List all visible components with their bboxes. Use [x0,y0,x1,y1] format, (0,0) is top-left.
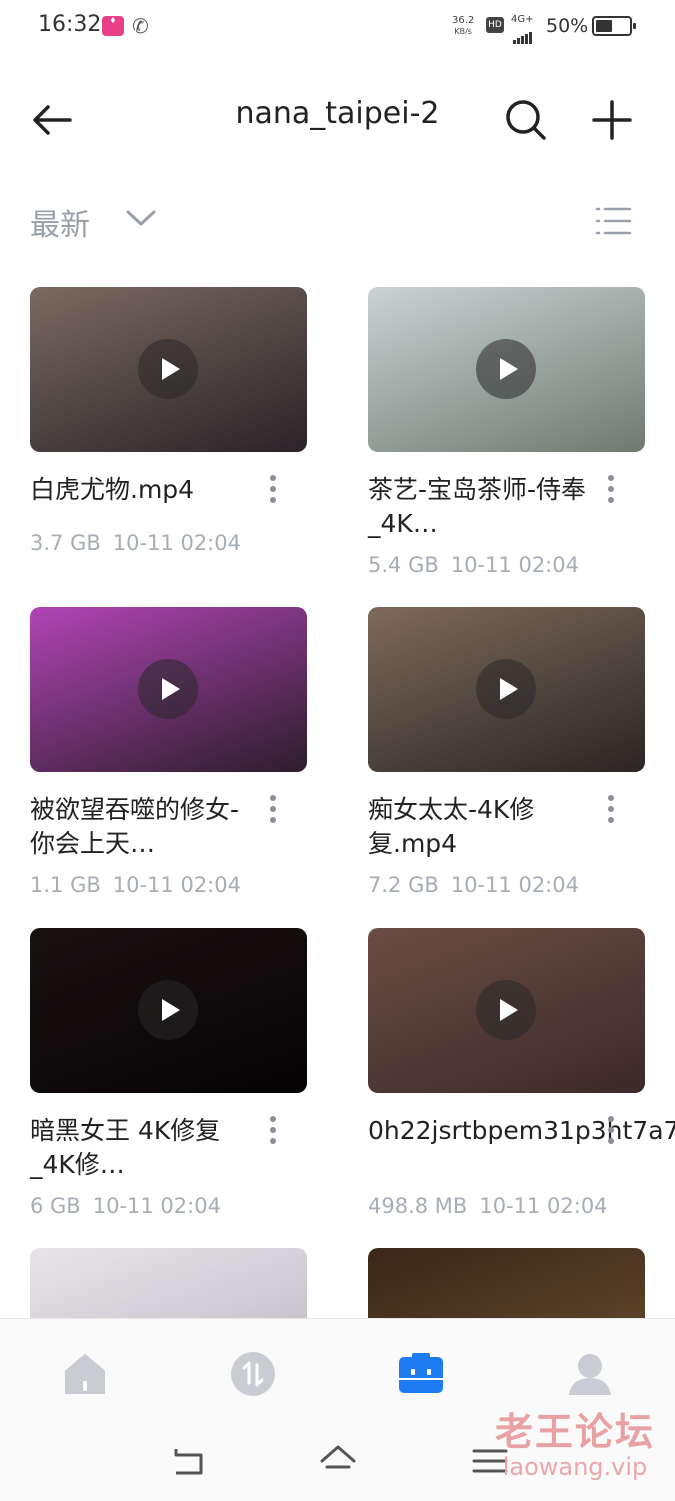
status-time: 16:32 [38,12,102,37]
play-icon[interactable] [476,659,536,719]
watermark-url: laowang.vip [502,1453,648,1481]
nav-files[interactable] [396,1349,446,1399]
file-size: 6 GB [30,1194,81,1218]
signal-icon [513,25,533,44]
file-name[interactable]: 被欲望吞噬的修女-你会上天… [30,793,260,861]
home-icon [65,1354,105,1394]
file-meta: 6 GB 10-11 02:04 [30,1194,221,1218]
video-thumbnail[interactable] [368,607,645,772]
file-card[interactable]: 痴女太太-4K修复.mp4 7.2 GB 10-11 02:04 [368,607,645,897]
watermark-title: 老王论坛 [494,1410,655,1454]
file-size: 498.8 MB [368,1194,468,1218]
more-options-icon[interactable] [605,475,617,507]
plus-icon [592,100,632,140]
status-bar: 16:32 ♦ ✆ 36.2 KB/s HD 4G+ 50% [0,0,675,55]
files-icon [399,1353,443,1393]
nav-transfer[interactable] [228,1349,278,1399]
file-meta: 3.7 GB 10-11 02:04 [30,531,241,555]
page-title: nana_taipei-2 [235,96,440,131]
file-size: 3.7 GB [30,531,101,555]
system-back-button[interactable] [168,1441,208,1481]
video-thumbnail[interactable] [30,287,307,452]
file-date: 10-11 02:04 [112,873,241,897]
file-meta: 5.4 GB 10-11 02:04 [368,553,579,577]
back-button[interactable] [30,100,74,140]
app-notification-icon: ♦ [102,16,124,36]
video-thumbnail[interactable] [30,607,307,772]
file-meta: 7.2 GB 10-11 02:04 [368,873,579,897]
file-date: 10-11 02:04 [92,1194,221,1218]
search-button[interactable] [502,96,550,144]
file-size: 5.4 GB [368,553,439,577]
file-card[interactable]: 白虎尤物.mp4 3.7 GB 10-11 02:04 [30,287,307,555]
nav-home[interactable] [60,1349,110,1399]
play-icon[interactable] [138,980,198,1040]
profile-icon [569,1354,611,1395]
file-size: 7.2 GB [368,873,439,897]
network-speed-value: 36.2 [452,15,475,26]
file-card[interactable]: 0h22jsrtbpem31p3ht7a7… 498.8 MB 10-11 02:0… [368,928,675,1218]
arrow-left-icon [33,105,72,135]
search-icon [506,100,546,140]
play-icon[interactable] [476,339,536,399]
watermark: 老王论坛 laowang.vip [480,1410,670,1480]
file-name[interactable]: 茶艺-宝岛茶师-侍奉_4K… [368,473,598,541]
play-icon[interactable] [138,659,198,719]
list-view-icon [595,207,632,235]
nav-profile[interactable] [565,1349,615,1399]
file-date: 10-11 02:04 [479,1194,608,1218]
video-thumbnail[interactable] [368,287,645,452]
chevron-down-icon[interactable] [124,206,158,230]
battery-percent: 50% [546,15,589,37]
file-meta: 1.1 GB 10-11 02:04 [30,873,241,897]
file-date: 10-11 02:04 [450,873,579,897]
file-name[interactable]: 白虎尤物.mp4 [30,473,260,507]
file-name[interactable]: 0h22jsrtbpem31p3ht7a7… [368,1114,675,1148]
video-thumbnail[interactable] [368,928,645,1093]
file-date: 10-11 02:04 [450,553,579,577]
carrier-icon: ✆ [132,14,149,38]
more-options-icon[interactable] [267,795,279,827]
file-name[interactable]: 痴女太太-4K修复.mp4 [368,793,598,861]
play-icon[interactable] [138,339,198,399]
video-thumbnail[interactable] [30,928,307,1093]
file-name[interactable]: 暗黑女王 4K修复 _4K修… [30,1114,260,1182]
more-options-icon[interactable] [267,1116,279,1148]
network-speed: 36.2 KB/s [452,15,474,37]
play-icon[interactable] [476,980,536,1040]
more-options-icon[interactable] [605,795,617,827]
home-outline-icon [320,1445,356,1469]
file-card[interactable]: 茶艺-宝岛茶师-侍奉_4K… 5.4 GB 10-11 02:04 [368,287,645,577]
file-card[interactable]: 暗黑女王 4K修复 _4K修… 6 GB 10-11 02:04 [30,928,307,1218]
more-options-icon[interactable] [605,1116,617,1148]
file-size: 1.1 GB [30,873,101,897]
add-button[interactable] [588,96,636,144]
hd-badge: HD [486,17,504,33]
list-view-toggle[interactable] [594,205,632,237]
back-icon [174,1449,203,1475]
network-type: 4G+ [511,14,534,25]
system-home-button[interactable] [318,1441,358,1481]
file-card[interactable]: 被欲望吞噬的修女-你会上天… 1.1 GB 10-11 02:04 [30,607,307,897]
file-meta: 498.8 MB 10-11 02:04 [368,1194,608,1218]
sort-dropdown[interactable]: 最新 [30,200,90,244]
more-options-icon[interactable] [267,475,279,507]
network-speed-unit: KB/s [454,27,472,36]
battery-icon [592,16,636,36]
transfer-icon [231,1352,275,1396]
file-date: 10-11 02:04 [112,531,241,555]
